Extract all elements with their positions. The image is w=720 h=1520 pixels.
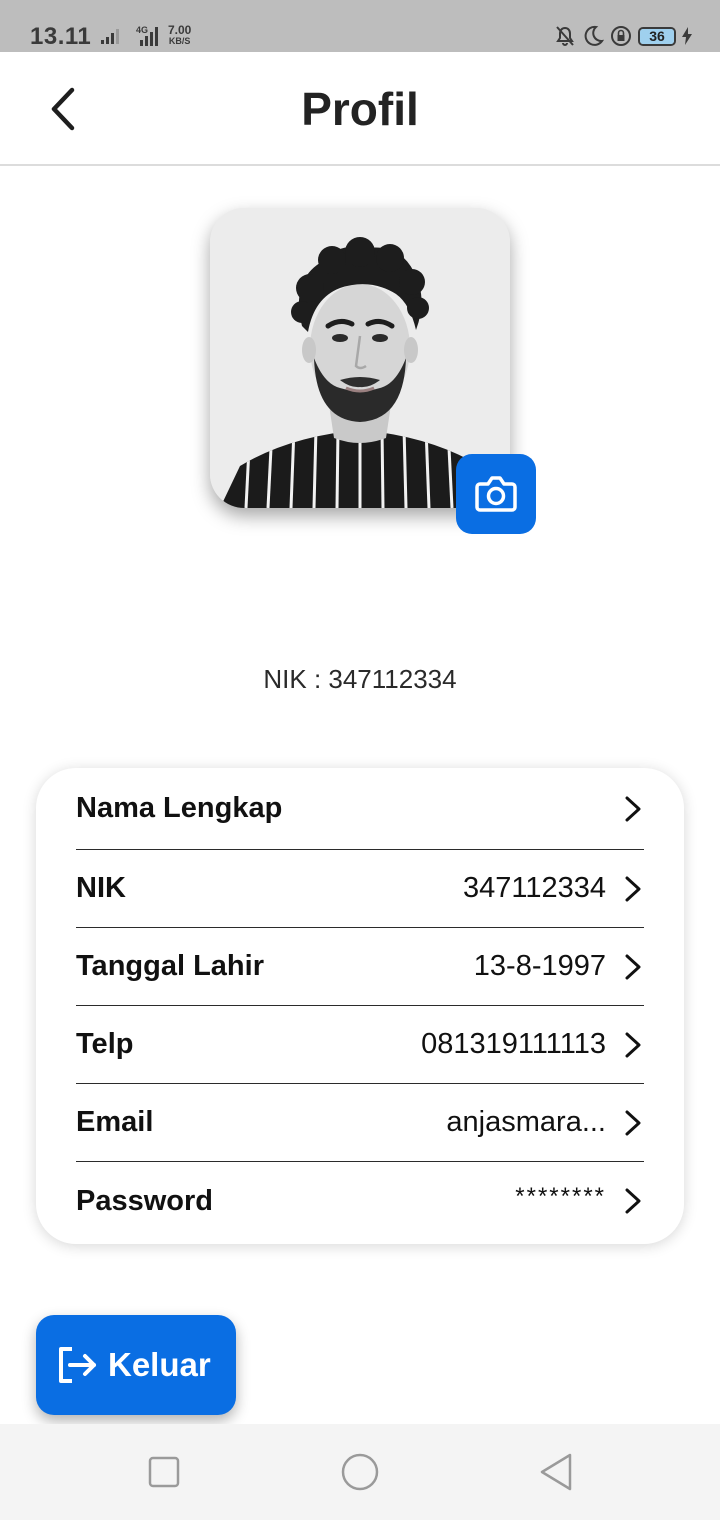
status-bar: 13.11 4G 7.00 KB/S 36 xyxy=(0,0,720,52)
battery-icon: 36 xyxy=(638,26,676,46)
charging-icon xyxy=(682,27,692,45)
status-icons: 36 xyxy=(554,25,692,47)
row-label: Email xyxy=(76,1106,154,1138)
back-icon[interactable] xyxy=(538,1452,574,1492)
network-speed: 7.00 KB/S xyxy=(168,23,192,47)
row-nik[interactable]: NIK 347112334 xyxy=(76,850,644,928)
row-label: NIK xyxy=(76,872,126,904)
row-value: anjasmara... xyxy=(446,1106,606,1138)
home-icon[interactable] xyxy=(340,1452,380,1492)
row-value: 081319111113 xyxy=(421,1028,606,1060)
row-telp[interactable]: Telp 081319111113 xyxy=(76,1006,644,1084)
row-email[interactable]: Email anjasmara... xyxy=(76,1084,644,1162)
logout-label: Keluar xyxy=(108,1346,211,1383)
battery-level: 36 xyxy=(649,27,665,44)
change-photo-button[interactable] xyxy=(456,454,536,534)
status-time: 13.11 xyxy=(30,23,92,50)
nik-caption: NIK : 347112334 xyxy=(263,664,457,694)
row-password[interactable]: Password ******** xyxy=(76,1162,644,1240)
nav-bar xyxy=(0,1424,720,1520)
profile-card: Nama Lengkap NIK 347112334 Tanggal Lahir… xyxy=(36,768,684,1244)
row-value: ******** xyxy=(515,1183,606,1210)
chevron-right-icon xyxy=(625,1032,641,1057)
row-label: Nama Lengkap xyxy=(76,792,283,824)
network-speed-value: 7.00 xyxy=(168,23,192,37)
signal-4g-icon xyxy=(140,27,158,46)
row-value: 347112334 xyxy=(462,872,606,904)
row-label: Telp xyxy=(76,1028,134,1060)
camera-icon xyxy=(475,476,517,512)
chevron-right-icon xyxy=(625,1110,641,1135)
page-title: Profil xyxy=(301,83,419,135)
chevron-right-icon xyxy=(625,796,641,821)
app-bar: Profil xyxy=(0,52,720,166)
chevron-right-icon xyxy=(625,954,641,979)
mute-icon xyxy=(556,26,574,46)
chevron-right-icon xyxy=(625,876,641,901)
logout-button[interactable]: Keluar xyxy=(36,1315,236,1415)
network-speed-unit: KB/S xyxy=(168,36,191,46)
lock-rotation-icon xyxy=(611,26,631,46)
logout-icon xyxy=(59,1347,96,1383)
row-nama-lengkap[interactable]: Nama Lengkap xyxy=(76,768,644,850)
row-tanggal-lahir[interactable]: Tanggal Lahir 13-8-1997 xyxy=(76,928,644,1006)
row-value: 13-8-1997 xyxy=(473,950,606,982)
signal-icon xyxy=(101,29,119,44)
moon-icon xyxy=(584,25,604,46)
row-label: Tanggal Lahir xyxy=(76,950,264,982)
recent-apps-icon[interactable] xyxy=(148,1452,180,1492)
chevron-right-icon xyxy=(625,1188,641,1214)
row-label: Password xyxy=(76,1184,213,1217)
